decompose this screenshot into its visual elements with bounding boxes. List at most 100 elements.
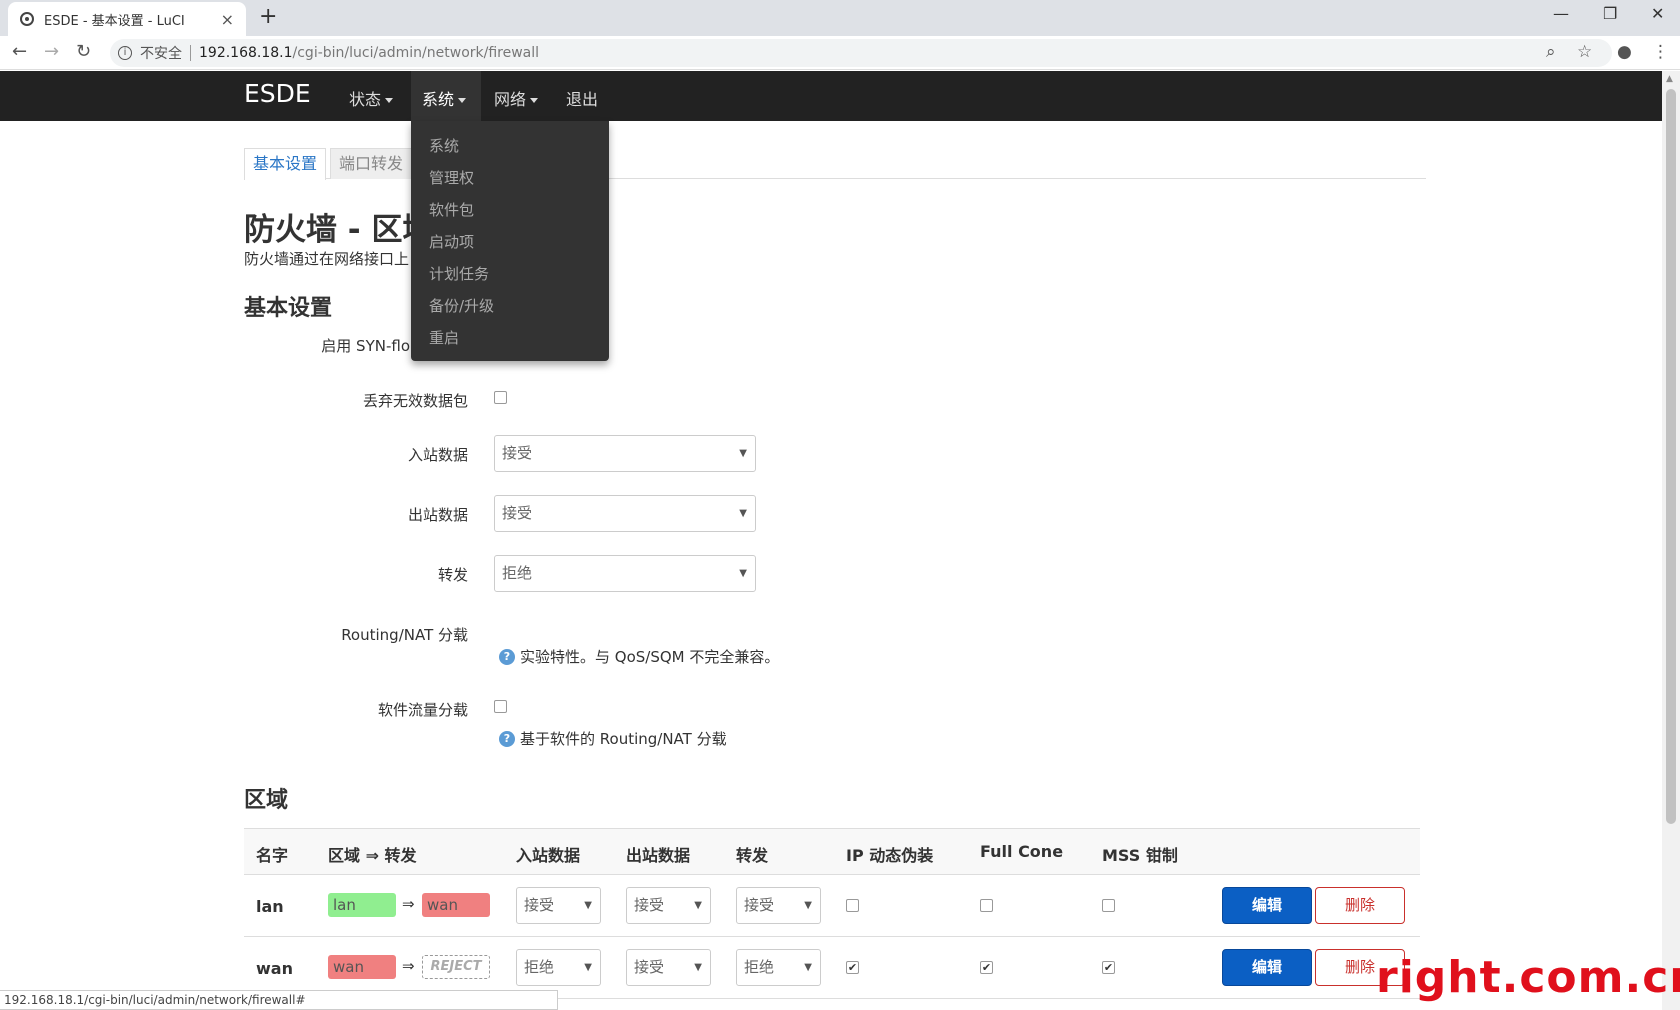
zone-forward-select[interactable]: 拒绝 ▼ — [736, 949, 821, 986]
output-policy-select[interactable]: 接受 ▼ — [494, 495, 756, 532]
forward-reject-badge: REJECT — [422, 955, 490, 979]
select-arrow-icon: ▼ — [739, 448, 747, 459]
drop-invalid-checkbox[interactable] — [494, 391, 507, 404]
insecure-label: 不安全 — [140, 46, 182, 62]
select-arrow-icon: ▼ — [804, 962, 812, 973]
restore-icon[interactable]: ❐ — [1603, 4, 1617, 23]
tab-port-forward[interactable]: 端口转发 — [330, 148, 413, 179]
profile-icon[interactable]: ● — [1617, 42, 1632, 62]
question-circle-icon: ? — [499, 730, 515, 747]
info-icon[interactable]: i — [118, 46, 132, 60]
checkmark-icon: ✔ — [981, 961, 992, 974]
page-title: 防火墙 - 区域 — [244, 212, 434, 248]
col-mss-clamp: MSS 钳制 — [1102, 846, 1178, 865]
sw-offload-help: ? 基于软件的 Routing/NAT 分载 — [499, 728, 727, 749]
menu-system-label: 系统 — [422, 90, 455, 109]
select-arrow-icon: ▼ — [739, 508, 747, 519]
col-zone-forward: 区域 ⇒ 转发 — [328, 846, 417, 865]
caret-down-icon — [385, 98, 394, 103]
dropdown-item-startup[interactable]: 启动项 — [411, 226, 609, 258]
syn-flood-label: 启用 SYN-flo — [321, 337, 410, 355]
mss-clamp-checkbox[interactable] — [1102, 899, 1115, 912]
zoom-icon[interactable]: ⌕ — [1546, 42, 1556, 62]
select-arrow-icon: ▼ — [804, 900, 812, 911]
table-row: lan lan ⇒ wan 接受 ▼ 接受 ▼ 接受 ▼ 编辑 删除 — [244, 875, 1420, 937]
scroll-up-icon[interactable]: ▲ — [1666, 74, 1673, 84]
scrollbar-thumb[interactable] — [1666, 89, 1676, 824]
col-fullcone: Full Cone — [980, 842, 1064, 861]
tab-title: ESDE - 基本设置 - LuCI — [44, 13, 185, 29]
status-bar-url: 192.168.18.1/cgi-bin/luci/admin/network/… — [0, 990, 558, 1010]
back-icon[interactable]: ← — [12, 41, 27, 62]
bookmark-star-icon[interactable]: ☆ — [1577, 42, 1592, 62]
tab-close-icon[interactable]: × — [221, 10, 234, 29]
forward-policy-value: 拒绝 — [502, 564, 533, 582]
dropdown-item-admin[interactable]: 管理权 — [411, 162, 609, 194]
luci-navbar: ESDE — [0, 71, 1662, 121]
dropdown-item-crontab[interactable]: 计划任务 — [411, 258, 609, 290]
sw-offload-checkbox[interactable] — [494, 700, 507, 713]
forward-icon[interactable]: → — [44, 41, 59, 62]
input-policy-select[interactable]: 接受 ▼ — [494, 435, 756, 472]
menu-kebab-icon[interactable]: ⋮ — [1652, 42, 1669, 62]
offload-help-text: 实验特性。与 QoS/SQM 不完全兼容。 — [520, 648, 780, 666]
zone-output-select[interactable]: 接受 ▼ — [626, 887, 711, 924]
output-policy-label: 出站数据 — [407, 506, 468, 524]
menu-system[interactable]: 系统 — [422, 86, 467, 110]
offload-help: ? 实验特性。与 QoS/SQM 不完全兼容。 — [499, 646, 779, 667]
question-circle-icon: ? — [499, 648, 515, 665]
minimize-icon[interactable]: — — [1553, 4, 1569, 23]
zone-input-value: 接受 — [524, 896, 555, 914]
zone-output-select[interactable]: 接受 ▼ — [626, 949, 711, 986]
luci-favicon-icon — [20, 12, 34, 26]
omnibox-separator — [190, 45, 191, 61]
browser-toolbar: ← → ↻ i 不安全 192.168.18.1 /cgi-bin/luci/a… — [0, 36, 1680, 70]
zone-forward-select[interactable]: 接受 ▼ — [736, 887, 821, 924]
zone-badge-lan: lan — [328, 893, 396, 917]
zone-input-select[interactable]: 接受 ▼ — [516, 887, 601, 924]
col-masquerade: IP 动态伪装 — [846, 846, 934, 865]
checkmark-icon: ✔ — [1103, 961, 1114, 974]
menu-network[interactable]: 网络 — [494, 86, 539, 110]
caret-down-icon — [530, 98, 539, 103]
edit-button[interactable]: 编辑 — [1222, 949, 1312, 986]
window-close-icon[interactable]: ✕ — [1651, 4, 1664, 23]
page-scrollbar[interactable]: ▲ — [1662, 71, 1680, 1010]
mss-clamp-checkbox[interactable]: ✔ — [1102, 961, 1115, 974]
fullcone-checkbox[interactable] — [980, 899, 993, 912]
col-forward: 转发 — [736, 846, 769, 865]
select-arrow-icon: ▼ — [584, 900, 592, 911]
new-tab-button[interactable]: + — [259, 4, 277, 29]
zone-name: wan — [256, 959, 293, 978]
forward-policy-select[interactable]: 拒绝 ▼ — [494, 555, 756, 592]
zone-forward-value: 接受 — [744, 896, 775, 914]
zone-input-select[interactable]: 拒绝 ▼ — [516, 949, 601, 986]
masquerade-checkbox[interactable] — [846, 899, 859, 912]
dropdown-item-reboot[interactable]: 重启 — [411, 322, 609, 354]
dropdown-item-backup[interactable]: 备份/升级 — [411, 290, 609, 322]
input-policy-label: 入站数据 — [407, 446, 468, 464]
address-bar[interactable]: i 不安全 192.168.18.1 /cgi-bin/luci/admin/n… — [110, 39, 1612, 67]
watermark-text: right.com.cn — [1376, 952, 1680, 1003]
select-arrow-icon: ▼ — [694, 962, 702, 973]
browser-titlebar: ESDE - 基本设置 - LuCI × + — ❐ ✕ — [0, 0, 1680, 36]
browser-tab[interactable]: ESDE - 基本设置 - LuCI × — [8, 2, 246, 36]
reload-icon[interactable]: ↻ — [76, 41, 91, 62]
tab-general[interactable]: 基本设置 — [244, 148, 327, 180]
menu-status[interactable]: 状态 — [349, 86, 394, 110]
menu-logout[interactable]: 退出 — [566, 86, 598, 110]
masquerade-checkbox[interactable]: ✔ — [846, 961, 859, 974]
brand-logo[interactable]: ESDE — [244, 79, 311, 108]
select-arrow-icon: ▼ — [584, 962, 592, 973]
edit-button[interactable]: 编辑 — [1222, 887, 1312, 924]
dropdown-item-system[interactable]: 系统 — [411, 130, 609, 162]
url-host: 192.168.18.1 — [199, 45, 293, 61]
col-output: 出站数据 — [626, 846, 691, 865]
zone-output-value: 接受 — [634, 958, 665, 976]
zone-input-value: 拒绝 — [524, 958, 555, 976]
delete-button[interactable]: 删除 — [1315, 887, 1405, 924]
dropdown-item-packages[interactable]: 软件包 — [411, 194, 609, 226]
zone-name: lan — [256, 897, 284, 916]
forward-policy-label: 转发 — [437, 566, 468, 584]
fullcone-checkbox[interactable]: ✔ — [980, 961, 993, 974]
